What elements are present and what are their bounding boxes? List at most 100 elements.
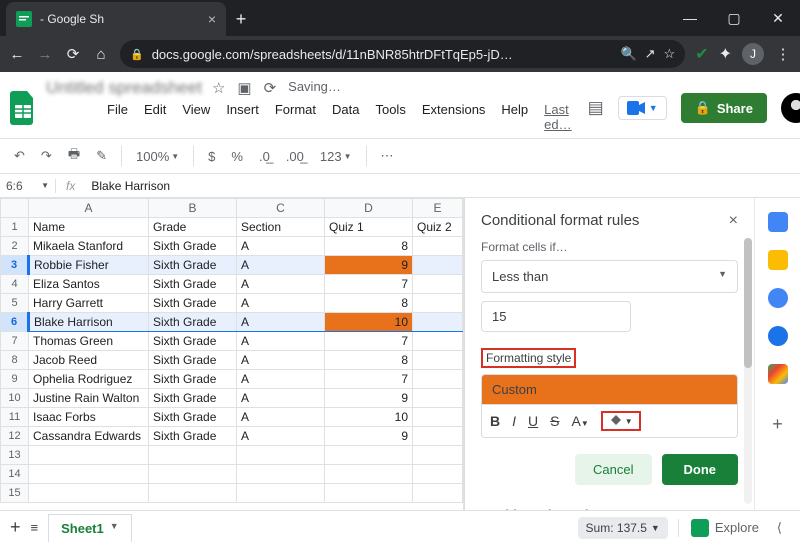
done-button[interactable]: Done — [662, 454, 739, 485]
redo-icon[interactable]: ↷ — [35, 144, 58, 168]
table-row[interactable]: 4Eliza SantosSixth GradeA7 — [1, 275, 463, 294]
sum-chip[interactable]: Sum: 137.5▼ — [578, 517, 668, 539]
forward-icon[interactable]: → — [36, 46, 54, 63]
window-controls: — ▢ ✕ — [668, 0, 800, 36]
menu-view[interactable]: View — [176, 100, 216, 134]
cloud-sync-icon[interactable]: ⟳ — [264, 79, 277, 97]
menu-data[interactable]: Data — [326, 100, 365, 134]
table-row[interactable]: 6Blake HarrisonSixth GradeA10 — [1, 313, 463, 332]
formula-bar: 6:6▼ fx Blake Harrison — [0, 174, 800, 198]
fx-icon: fx — [55, 179, 85, 193]
explore-button[interactable]: Explore — [678, 519, 759, 537]
table-row[interactable]: 14 — [1, 465, 463, 484]
text-color-icon[interactable]: A▼ — [571, 413, 588, 429]
zoom-select[interactable]: 100%▼ — [130, 145, 185, 168]
menu-tools[interactable]: Tools — [369, 100, 411, 134]
strike-icon[interactable]: S — [550, 413, 559, 429]
table-row[interactable]: 10Justine Rain WaltonSixth GradeA9 — [1, 389, 463, 408]
more-tools-icon[interactable]: ⋯ — [375, 144, 400, 168]
currency-icon[interactable]: $ — [202, 145, 221, 168]
sheets-toolbar: ↶ ↷ 🖶 ✎ 100%▼ $ % .0̲ .00̲ 123▼ ⋯ — [0, 138, 800, 174]
print-icon[interactable]: 🖶 — [62, 141, 86, 171]
comments-icon[interactable]: ▤ — [588, 98, 604, 118]
star-icon[interactable]: ☆ — [212, 79, 225, 97]
undo-icon[interactable]: ↶ — [8, 144, 31, 168]
paint-format-icon[interactable]: ✎ — [90, 144, 113, 168]
menu-edit[interactable]: Edit — [138, 100, 172, 134]
add-app-icon[interactable]: + — [768, 414, 788, 434]
browser-tab[interactable]: - Google Sh × — [6, 2, 226, 36]
menu-extensions[interactable]: Extensions — [416, 100, 492, 134]
kebab-menu-icon[interactable]: ⋮ — [774, 45, 792, 63]
maps-app-icon[interactable] — [768, 364, 788, 384]
lock-icon: 🔒 — [130, 48, 144, 61]
fill-color-icon[interactable]: ▼ — [601, 411, 641, 431]
table-row[interactable]: 11Isaac ForbsSixth GradeA10 — [1, 408, 463, 427]
all-sheets-icon[interactable]: ≡ — [31, 520, 39, 535]
menu-insert[interactable]: Insert — [220, 100, 265, 134]
panel-title: Conditional format rules — [481, 212, 639, 230]
share-label: Share — [717, 101, 753, 116]
underline-icon[interactable]: U — [528, 413, 538, 429]
maximize-icon[interactable]: ▢ — [712, 0, 756, 36]
table-row[interactable]: 5Harry GarrettSixth GradeA8 — [1, 294, 463, 313]
account-avatar[interactable] — [781, 93, 800, 123]
table-row[interactable]: 1NameGradeSectionQuiz 1Quiz 2 — [1, 218, 463, 237]
meet-button[interactable]: ▼ — [618, 96, 667, 120]
table-row[interactable]: 3Robbie FisherSixth GradeA9 — [1, 256, 463, 275]
search-in-page-icon[interactable]: 🔍 — [620, 46, 636, 62]
doc-title[interactable]: Untitled spreadsheet — [46, 78, 202, 98]
move-icon[interactable]: ▣ — [237, 79, 251, 97]
menu-file[interactable]: File — [101, 100, 134, 134]
table-row[interactable]: 8Jacob ReedSixth GradeA8 — [1, 351, 463, 370]
add-rule-button[interactable]: + Add another rule — [481, 507, 738, 510]
style-preview[interactable]: Custom — [481, 374, 738, 405]
share-page-icon[interactable]: ↗ — [645, 46, 656, 62]
table-row[interactable]: 7Thomas GreenSixth GradeA7 — [1, 332, 463, 351]
tasks-app-icon[interactable] — [768, 288, 788, 308]
extensions-icon[interactable]: ✦ — [719, 44, 732, 64]
share-button[interactable]: 🔒 Share — [681, 93, 767, 123]
panel-scrollbar[interactable] — [744, 238, 752, 504]
name-box[interactable]: 6:6▼ — [0, 179, 55, 193]
formula-input[interactable]: Blake Harrison — [85, 179, 176, 193]
back-icon[interactable]: ← — [8, 46, 26, 63]
table-row[interactable]: 12Cassandra EdwardsSixth GradeA9 — [1, 427, 463, 446]
sheet-tab-1[interactable]: Sheet1▼ — [48, 514, 132, 542]
profile-avatar[interactable]: J — [742, 43, 764, 65]
tab-close-icon[interactable]: × — [208, 11, 216, 27]
omnibox[interactable]: 🔒 docs.google.com/spreadsheets/d/11nBNR8… — [120, 40, 685, 68]
bookmark-icon[interactable]: ☆ — [664, 46, 676, 62]
italic-icon[interactable]: I — [512, 413, 516, 429]
cancel-button[interactable]: Cancel — [575, 454, 651, 485]
table-row[interactable]: 9Ophelia RodriguezSixth GradeA7 — [1, 370, 463, 389]
contacts-app-icon[interactable] — [768, 326, 788, 346]
side-apps-rail: + — [754, 198, 800, 510]
dec-increase-icon[interactable]: .00̲ — [280, 145, 310, 168]
table-row[interactable]: 2Mikaela StanfordSixth GradeA8 — [1, 237, 463, 256]
add-sheet-icon[interactable]: + — [10, 517, 21, 538]
calendar-app-icon[interactable] — [768, 212, 788, 232]
close-panel-icon[interactable]: × — [729, 212, 738, 230]
keep-app-icon[interactable] — [768, 250, 788, 270]
sheets-logo-icon[interactable] — [10, 89, 36, 127]
menu-help[interactable]: Help — [495, 100, 534, 134]
table-row[interactable]: 13 — [1, 446, 463, 465]
condition-value-input[interactable]: 15 — [481, 301, 631, 332]
close-window-icon[interactable]: ✕ — [756, 0, 800, 36]
condition-select[interactable]: Less than▼ — [481, 260, 738, 293]
shield-icon[interactable]: ✔ — [695, 44, 708, 64]
home-icon[interactable]: ⌂ — [92, 46, 110, 63]
number-format-select[interactable]: 123▼ — [314, 145, 358, 168]
new-tab-button[interactable]: + — [226, 2, 256, 36]
last-edit-link[interactable]: Last ed… — [538, 100, 577, 134]
reload-icon[interactable]: ⟳ — [64, 45, 82, 63]
menu-format[interactable]: Format — [269, 100, 322, 134]
minimize-icon[interactable]: — — [668, 0, 712, 36]
dec-decrease-icon[interactable]: .0̲ — [253, 145, 276, 168]
bold-icon[interactable]: B — [490, 413, 500, 429]
table-row[interactable]: 15 — [1, 484, 463, 503]
spreadsheet-grid[interactable]: ABCDE1NameGradeSectionQuiz 1Quiz 22Mikae… — [0, 198, 464, 510]
percent-icon[interactable]: % — [225, 145, 249, 168]
collapse-rail-icon[interactable]: ⟨ — [769, 520, 790, 536]
